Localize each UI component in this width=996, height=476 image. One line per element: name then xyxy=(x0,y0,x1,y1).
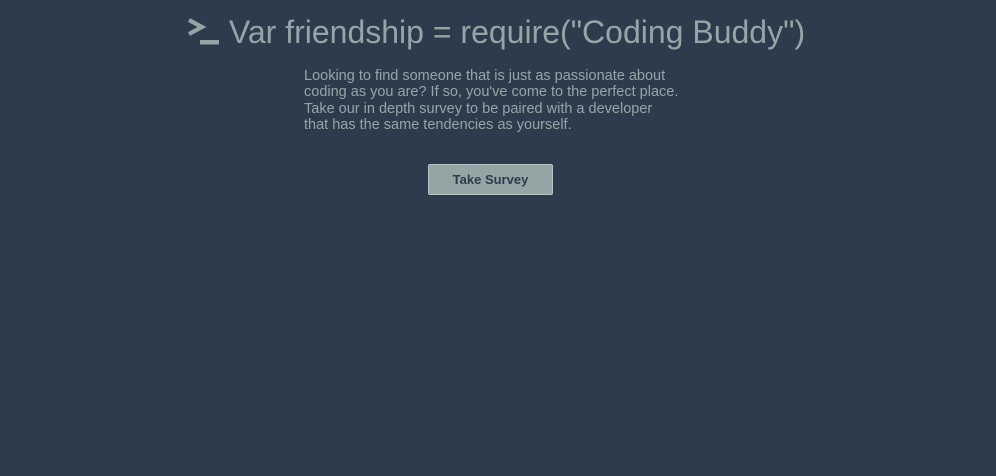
page-title: Var friendship = require("Coding Buddy") xyxy=(228,14,806,50)
take-survey-button[interactable]: Take Survey xyxy=(428,164,553,195)
terminal-prompt-icon xyxy=(187,17,221,47)
page: Var friendship = require("Coding Buddy")… xyxy=(0,0,996,476)
intro-line: coding as you are? If so, you've come to… xyxy=(304,84,679,101)
intro-line: Take our in depth survey to be paired wi… xyxy=(304,100,653,117)
intro-line: Looking to find someone that is just as … xyxy=(304,68,666,84)
page-header: Var friendship = require("Coding Buddy") xyxy=(0,13,996,51)
intro-line: that has the same tendencies as yourself… xyxy=(304,117,572,134)
intro-text: Looking to find someone that is just as … xyxy=(304,68,704,134)
